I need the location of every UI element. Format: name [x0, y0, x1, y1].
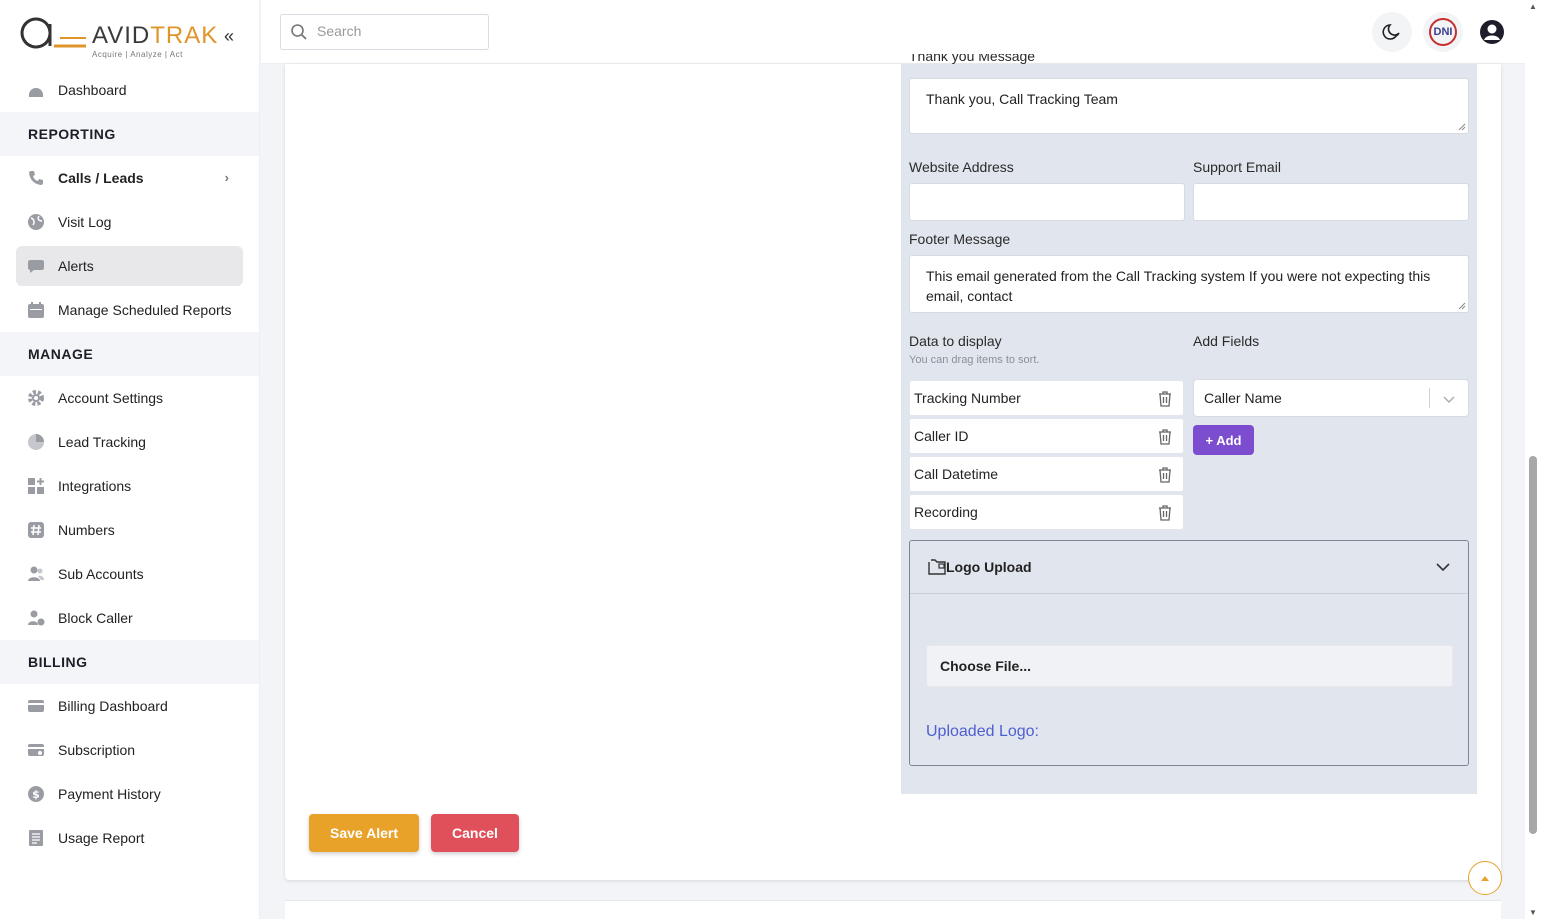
sidebar-item-dashboard[interactable]: Dashboard	[0, 68, 259, 112]
sidebar-item-alerts[interactable]: Alerts	[16, 246, 243, 286]
alerts-table-header-peek	[285, 900, 1501, 919]
website-input[interactable]	[909, 183, 1185, 221]
chevron-right-icon: ›	[224, 170, 229, 185]
support-email-label: Support Email	[1193, 159, 1281, 175]
folder-icon	[928, 559, 946, 575]
display-item[interactable]: Call Datetime	[909, 456, 1184, 492]
moon-icon	[1382, 24, 1400, 40]
page-scrollbar[interactable]: ▲ ▼	[1525, 0, 1541, 919]
phone-icon	[29, 171, 43, 185]
chat-bubble-icon	[28, 260, 44, 273]
dni-label: DNI	[1429, 18, 1457, 46]
sidebar-item-account-settings[interactable]: Account Settings	[0, 376, 259, 420]
trash-icon[interactable]	[1157, 466, 1173, 484]
dollar-circle-icon: $	[28, 786, 44, 802]
svg-text:$: $	[32, 788, 40, 801]
globe-icon	[28, 214, 44, 230]
sidebar-item-calls-leads[interactable]: Calls / Leads ›	[0, 156, 259, 200]
pie-chart-icon	[28, 434, 44, 450]
user-block-icon	[28, 610, 45, 626]
sidebar-item-block-caller[interactable]: Block Caller	[0, 596, 259, 640]
chevron-down-icon	[1436, 563, 1450, 572]
sidebar-item-integrations[interactable]: Integrations	[0, 464, 259, 508]
sidebar-item-subscription[interactable]: Subscription	[0, 728, 259, 772]
scroll-down-arrow-icon[interactable]: ▼	[1529, 908, 1537, 917]
website-label: Website Address	[909, 159, 1014, 175]
logo-upload-title: Logo Upload	[946, 559, 1032, 575]
card-gear-icon	[28, 744, 44, 756]
hash-icon	[28, 522, 44, 538]
support-email-input[interactable]	[1193, 183, 1469, 221]
search-box[interactable]	[280, 14, 489, 50]
chevron-down-icon	[1443, 396, 1455, 403]
dni-badge-button[interactable]: DNI	[1423, 12, 1463, 52]
save-alert-button[interactable]: Save Alert	[309, 814, 419, 852]
scrollbar-thumb[interactable]	[1529, 456, 1537, 834]
scroll-up-arrow-icon[interactable]: ▲	[1529, 2, 1537, 11]
sidebar-item-visit-log[interactable]: Visit Log	[0, 200, 259, 244]
user-avatar-icon	[1480, 20, 1504, 44]
credit-card-icon	[28, 700, 44, 712]
display-item[interactable]: Tracking Number	[909, 380, 1184, 416]
drag-sort-hint: You can drag items to sort.	[909, 354, 1040, 366]
sidebar-item-usage-report[interactable]: Usage Report	[0, 816, 259, 860]
thank-you-textarea[interactable]: Thank you, Call Tracking Team	[909, 78, 1469, 134]
trash-icon[interactable]	[1157, 428, 1173, 446]
gear-icon	[28, 390, 44, 406]
add-fields-label: Add Fields	[1193, 333, 1260, 349]
brand: AVIDTRAK Acquire | Analyze | Act «	[0, 0, 259, 68]
sidebar-item-lead-tracking[interactable]: Lead Tracking	[0, 420, 259, 464]
topbar: DNI	[261, 0, 1525, 64]
user-menu-button[interactable]	[1472, 12, 1512, 52]
report-icon	[29, 830, 43, 846]
add-field-select[interactable]: Caller Name	[1193, 379, 1469, 417]
grid-plus-icon	[28, 478, 44, 494]
sidebar-item-payment-history[interactable]: $ Payment History	[0, 772, 259, 816]
search-icon	[291, 24, 307, 40]
sidebar-item-manage-scheduled-reports[interactable]: Manage Scheduled Reports	[0, 288, 259, 332]
alert-form-card: Thank you Message Thank you, Call Tracki…	[285, 54, 1501, 880]
footer-message-label: Footer Message	[909, 231, 1011, 247]
data-to-display-label: Data to display	[909, 333, 1002, 349]
sidebar: AVIDTRAK Acquire | Analyze | Act « Dashb…	[0, 0, 260, 919]
sidebar-item-numbers[interactable]: Numbers	[0, 508, 259, 552]
users-icon	[28, 566, 44, 581]
choose-file-button[interactable]: Choose File...	[926, 645, 1453, 687]
section-billing: BILLING	[0, 640, 259, 684]
sidebar-item-billing-dashboard[interactable]: Billing Dashboard	[0, 684, 259, 728]
uploaded-logo-label: Uploaded Logo:	[926, 723, 1039, 740]
display-item[interactable]: Recording	[909, 494, 1184, 530]
arrow-up-icon	[1481, 876, 1489, 881]
section-reporting: REPORTING	[0, 112, 259, 156]
add-field-button[interactable]: + Add	[1193, 425, 1254, 455]
email-settings-panel: Thank you Message Thank you, Call Tracki…	[901, 54, 1477, 794]
footer-message-textarea[interactable]: This email generated from the Call Track…	[909, 255, 1469, 313]
resize-grip-icon	[1458, 123, 1466, 131]
dark-mode-toggle[interactable]	[1372, 12, 1412, 52]
thank-you-label: Thank you Message	[909, 54, 1036, 64]
scroll-to-top-button[interactable]	[1468, 861, 1502, 895]
section-manage: MANAGE	[0, 332, 259, 376]
logo-mark-icon	[20, 17, 86, 49]
cancel-button[interactable]: Cancel	[431, 814, 519, 852]
select-separator	[1429, 388, 1430, 408]
trash-icon[interactable]	[1157, 504, 1173, 522]
logo-tagline: Acquire | Analyze | Act	[92, 50, 183, 59]
sidebar-item-sub-accounts[interactable]: Sub Accounts	[0, 552, 259, 596]
search-input[interactable]	[317, 23, 477, 39]
logo-upload-header[interactable]: Logo Upload	[910, 541, 1468, 594]
calendar-icon	[28, 302, 44, 318]
resize-grip-icon	[1458, 302, 1466, 310]
logo-text: AVIDTRAK	[92, 22, 219, 49]
trash-icon[interactable]	[1157, 390, 1173, 408]
dashboard-icon	[29, 88, 43, 97]
display-item[interactable]: Caller ID	[909, 418, 1184, 454]
collapse-sidebar-button[interactable]: «	[224, 26, 234, 47]
logo-upload-accordion: Logo Upload Choose File... Uploaded Logo…	[909, 540, 1469, 766]
